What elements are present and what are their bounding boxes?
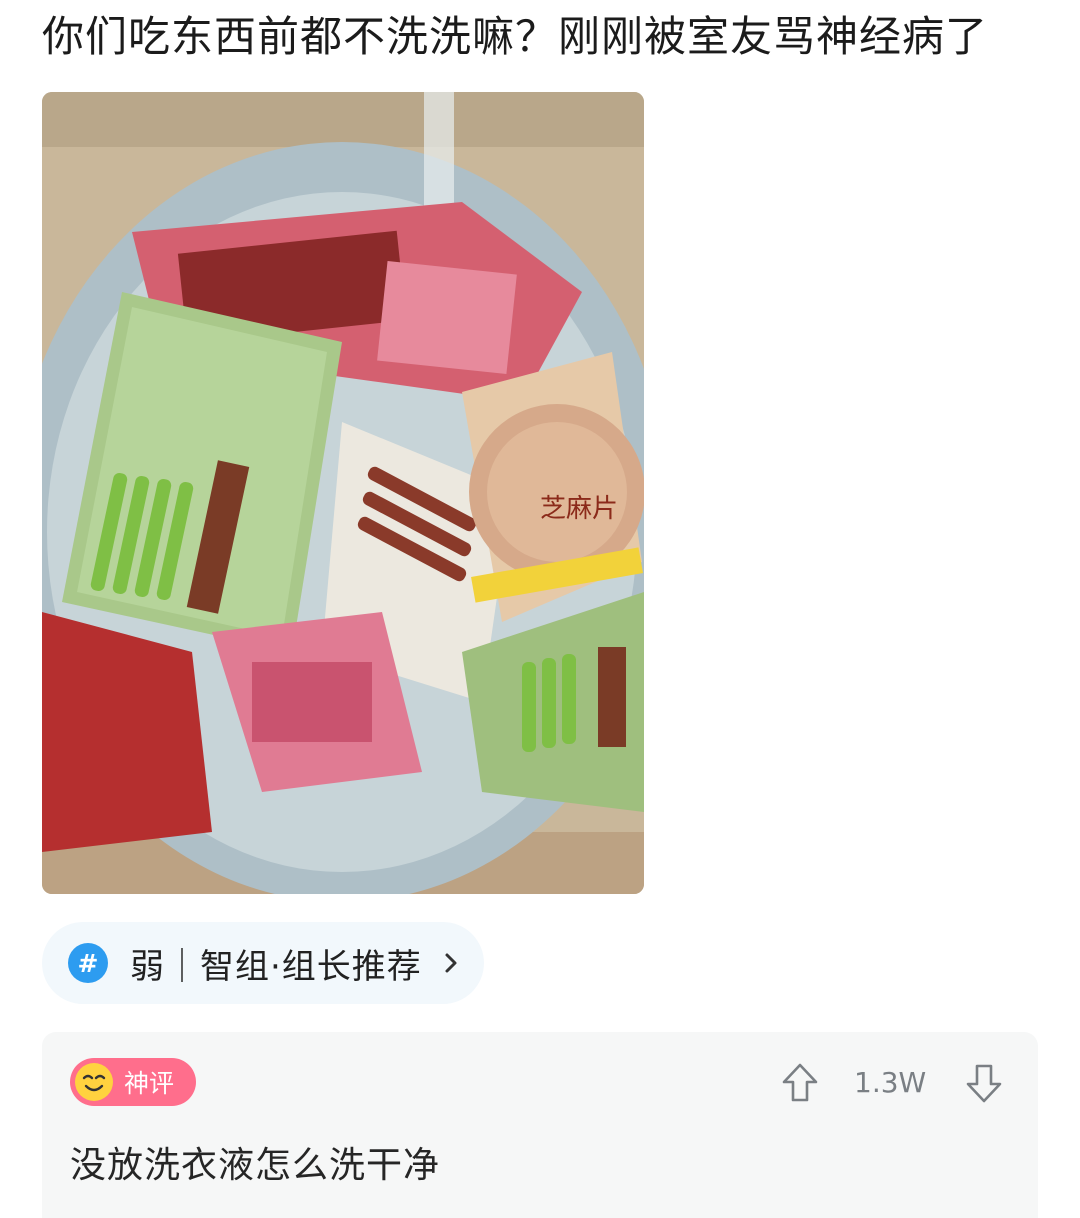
arrow-up-icon[interactable] <box>780 1062 820 1104</box>
topic-chip[interactable]: # 弱｜智组·组长推荐 <box>42 922 484 1004</box>
photo-package-text: 芝麻片 <box>540 494 618 524</box>
arrow-down-icon[interactable] <box>964 1062 1004 1104</box>
post-title: 你们吃东西前都不洗洗嘛？刚刚被室友骂神经病了 <box>42 12 989 61</box>
hash-icon: # <box>68 943 108 983</box>
chevron-right-icon <box>445 953 457 973</box>
snacks-in-basin-image: 芝麻片 <box>42 92 644 894</box>
post-photo[interactable]: 芝麻片 <box>42 92 644 894</box>
god-comment-badge: 神评 <box>70 1058 196 1106</box>
top-comment-card[interactable]: 神评 1.3W 没放洗衣液怎么洗干净 <box>42 1032 1038 1218</box>
comment-text: 没放洗衣液怎么洗干净 <box>70 1145 441 1186</box>
smiley-face-icon <box>75 1063 113 1101</box>
badge-label: 神评 <box>124 1069 175 1098</box>
topic-label: 弱｜智组·组长推荐 <box>130 946 422 987</box>
upvote-count: 1.3W <box>854 1066 927 1099</box>
